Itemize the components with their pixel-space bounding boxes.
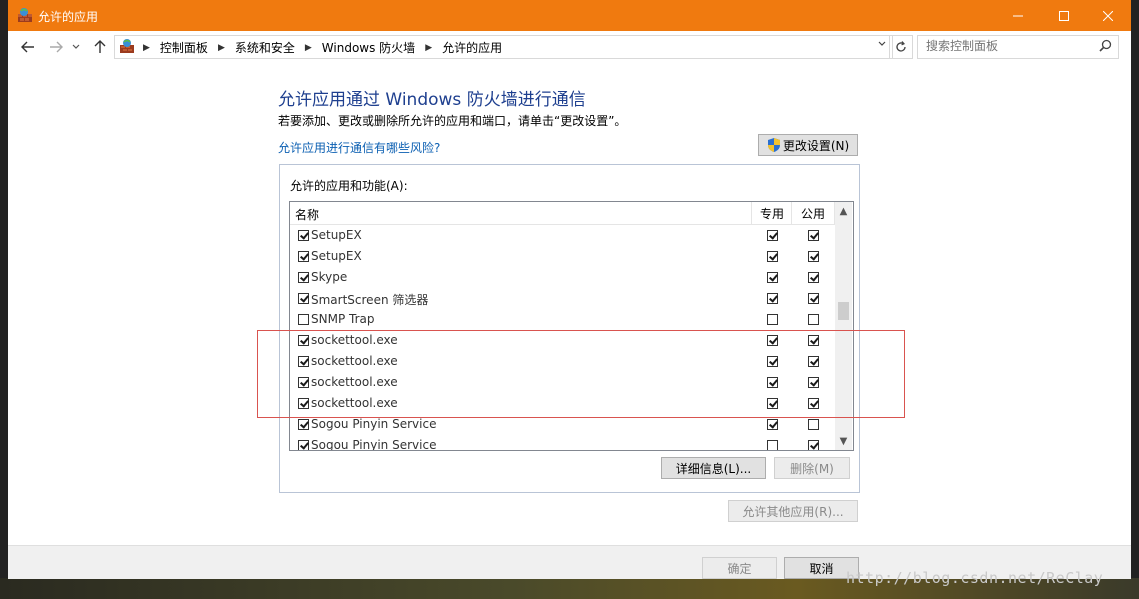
title-bar: 允许的应用 [8,0,1131,31]
desktop-background-left [0,0,8,599]
table-row[interactable]: Skype [290,267,835,288]
private-network-checkbox[interactable] [767,230,778,241]
app-name: Sogou Pinyin Service [311,438,437,451]
up-arrow-icon [94,40,106,53]
table-row[interactable]: SetupEX [290,225,835,246]
chevron-down-icon [72,44,80,49]
column-header-private[interactable]: 专用 [751,202,792,224]
refresh-button[interactable] [889,35,913,59]
scroll-up-icon[interactable]: ▲ [835,204,852,218]
public-network-checkbox[interactable] [808,251,819,262]
breadcrumb: ▶ 控制面板 ▶ 系统和安全 ▶ Windows 防火墙 ▶ 允许的应用 [143,39,512,56]
list-header: 名称 专用 公用 [290,202,835,225]
search-icon[interactable] [1099,39,1112,55]
app-name: SmartScreen 筛选器 [311,293,429,307]
private-network-checkbox[interactable] [767,314,778,325]
forward-arrow-icon [50,41,63,53]
private-network-checkbox[interactable] [767,272,778,283]
firewall-window: 允许的应用 ▶ 控制面板 ▶ 系统和安全 ▶ Windows 防火墙 ▶ 允许的… [8,0,1131,579]
app-name: SetupEX [311,249,362,263]
minimize-icon [1013,15,1023,16]
app-name: SetupEX [311,228,362,242]
private-network-checkbox[interactable] [767,440,778,450]
app-name: Skype [311,270,348,284]
table-row[interactable]: SNMP Trap [290,309,835,330]
app-enabled-checkbox[interactable] [298,293,309,304]
public-network-checkbox[interactable] [808,272,819,283]
forward-button[interactable] [46,38,66,56]
close-icon [1103,10,1113,21]
minimize-button[interactable] [995,0,1041,31]
close-button[interactable] [1085,0,1131,31]
app-enabled-checkbox[interactable] [298,230,309,241]
table-row[interactable]: Sogou Pinyin Service [290,435,835,451]
public-network-checkbox[interactable] [808,293,819,304]
page-description: 若要添加、更改或删除所允许的应用和端口，请单击“更改设置”。 [278,114,627,128]
scroll-down-icon[interactable]: ▼ [835,434,852,448]
breadcrumb-separator-icon[interactable]: ▶ [305,43,312,53]
breadcrumb-allowed-apps[interactable]: 允许的应用 [442,39,502,56]
watermark-text: http://blog.csdn.net/ReClay [846,569,1104,587]
allow-other-app-button[interactable]: 允许其他应用(R)... [728,500,858,522]
allowed-apps-group: 允许的应用和功能(A): 名称 专用 公用 SetupEX SetupEX Skyp… [279,164,860,493]
back-arrow-icon [21,41,34,53]
app-enabled-checkbox[interactable] [298,419,309,430]
breadcrumb-control-panel[interactable]: 控制面板 [160,39,208,56]
change-settings-label: 更改设置(N) [782,138,850,153]
column-header-public[interactable]: 公用 [791,202,835,224]
scroll-thumb[interactable] [838,302,849,320]
app-enabled-checkbox[interactable] [298,272,309,283]
breadcrumb-separator-icon: ▶ [143,42,150,53]
public-network-checkbox[interactable] [808,440,819,450]
allowed-apps-label: 允许的应用和功能(A): [290,179,408,193]
breadcrumb-separator-icon[interactable]: ▶ [218,43,225,53]
public-network-checkbox[interactable] [808,314,819,325]
refresh-icon [896,41,906,52]
desktop-background-right [1131,0,1139,599]
column-header-name[interactable]: 名称 [295,206,319,223]
table-row[interactable]: SmartScreen 筛选器 [290,288,835,309]
control-panel-icon [119,38,135,54]
app-name: Sogou Pinyin Service [311,417,437,431]
search-input[interactable] [926,39,1086,53]
back-button[interactable] [18,38,38,56]
breadcrumb-system-security[interactable]: 系统和安全 [235,39,295,56]
public-network-checkbox[interactable] [808,419,819,430]
breadcrumb-windows-firewall[interactable]: Windows 防火墙 [322,39,415,56]
up-button[interactable] [90,38,110,56]
private-network-checkbox[interactable] [767,419,778,430]
recent-locations-button[interactable] [70,38,82,56]
navigation-bar: ▶ 控制面板 ▶ 系统和安全 ▶ Windows 防火墙 ▶ 允许的应用 [8,31,1131,63]
address-bar[interactable]: ▶ 控制面板 ▶ 系统和安全 ▶ Windows 防火墙 ▶ 允许的应用 [114,35,893,59]
risk-help-link[interactable]: 允许应用进行通信有哪些风险? [278,139,440,156]
maximize-button[interactable] [1041,0,1087,31]
public-network-checkbox[interactable] [808,230,819,241]
uac-shield-icon [767,138,780,152]
maximize-icon [1059,10,1069,21]
table-row[interactable]: SetupEX [290,246,835,267]
page-title: 允许应用通过 Windows 防火墙进行通信 [278,90,586,110]
app-enabled-checkbox[interactable] [298,251,309,262]
search-box[interactable] [917,35,1119,59]
app-enabled-checkbox[interactable] [298,314,309,325]
ok-button[interactable]: 确定 [702,557,777,579]
app-name: SNMP Trap [311,312,375,326]
firewall-app-icon [17,7,33,23]
address-dropdown-icon[interactable] [878,40,886,50]
remove-button[interactable]: 删除(M) [774,457,850,479]
private-network-checkbox[interactable] [767,293,778,304]
highlight-annotation-box [257,330,905,418]
main-content: 允许应用通过 Windows 防火墙进行通信 若要添加、更改或删除所允许的应用和… [8,63,1131,545]
window-title: 允许的应用 [38,10,99,24]
private-network-checkbox[interactable] [767,251,778,262]
breadcrumb-separator-icon[interactable]: ▶ [425,43,432,53]
details-button[interactable]: 详细信息(L)... [661,457,766,479]
change-settings-button[interactable]: 更改设置(N) [758,134,858,156]
app-enabled-checkbox[interactable] [298,440,309,450]
